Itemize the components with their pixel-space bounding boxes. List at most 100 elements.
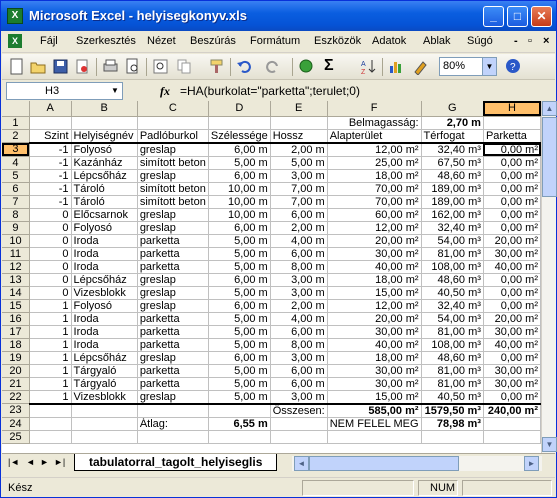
cell-B4[interactable]: Kazánház — [71, 156, 138, 170]
doc-close-button[interactable]: × — [543, 35, 549, 47]
cell-D20[interactable]: 5,00 m — [208, 364, 271, 378]
cell-H4[interactable]: 0,00 m² — [483, 156, 541, 170]
cell-A25[interactable] — [29, 430, 72, 444]
cell-H8[interactable]: 0,00 m² — [483, 208, 541, 222]
worksheet-grid[interactable]: A B C D E F G H 1 Belmagasság: 2,70 m 2 Szint Helyisé… — [2, 101, 541, 453]
cell-D4[interactable]: 5,00 m — [208, 156, 271, 170]
last-sheet-icon[interactable]: ►| — [54, 457, 65, 467]
cell-C6[interactable]: simított beton — [137, 182, 209, 196]
cell-H15[interactable]: 0,00 m² — [483, 299, 541, 313]
cell-B9[interactable]: Folyosó — [71, 221, 138, 235]
cell-A1[interactable] — [29, 116, 72, 130]
next-sheet-icon[interactable]: ► — [40, 457, 49, 467]
chevron-down-icon[interactable]: ▼ — [108, 83, 122, 99]
scroll-up-icon[interactable]: ▲ — [542, 101, 557, 116]
cell-G25[interactable] — [421, 430, 484, 444]
cell-C9[interactable]: greslap — [137, 221, 209, 235]
new-icon[interactable] — [8, 58, 25, 75]
cell-G7[interactable]: 189,00 m³ — [421, 195, 484, 209]
cell-H22[interactable]: 0,00 m² — [483, 390, 541, 405]
horizontal-scrollbar[interactable]: ◄ ► — [292, 456, 542, 471]
cell-D15[interactable]: 6,00 m — [208, 299, 271, 313]
cell-B7[interactable]: Tároló — [71, 195, 138, 209]
cell-B5[interactable]: Lépcsőház — [71, 169, 138, 183]
cell-D10[interactable]: 5,00 m — [208, 234, 271, 248]
chevron-down-icon[interactable]: ▼ — [482, 58, 496, 75]
cell-E5[interactable]: 3,00 m — [270, 169, 328, 183]
cell-H16[interactable]: 20,00 m² — [483, 312, 541, 326]
cell-E22[interactable]: 3,00 m — [270, 390, 328, 405]
cell-D1[interactable] — [208, 116, 271, 130]
column-header[interactable]: B — [71, 101, 138, 117]
name-box[interactable]: H3 ▼ — [6, 82, 123, 100]
cell-G9[interactable]: 32,40 m³ — [421, 221, 484, 235]
cell-B16[interactable]: Iroda — [71, 312, 138, 326]
cell-B3[interactable]: Folyosó — [71, 142, 138, 157]
cell-H11[interactable]: 30,00 m² — [483, 247, 541, 261]
cell-A2[interactable]: Szint — [29, 129, 72, 144]
column-header[interactable]: D — [208, 101, 271, 117]
cell-G3[interactable]: 32,40 m³ — [421, 142, 484, 157]
help-icon[interactable]: ? — [505, 58, 522, 75]
cell-E19[interactable]: 3,00 m — [270, 351, 328, 365]
cell-F23[interactable]: 585,00 m² — [327, 403, 422, 418]
research-icon[interactable] — [152, 58, 169, 75]
menu-item-view[interactable]: Nézet — [147, 35, 176, 47]
cell-G8[interactable]: 162,00 m³ — [421, 208, 484, 222]
cell-G19[interactable]: 48,60 m³ — [421, 351, 484, 365]
cell-H23[interactable]: 240,00 m² — [483, 403, 541, 418]
column-header[interactable]: G — [421, 101, 484, 117]
cell-C11[interactable]: parketta — [137, 247, 209, 261]
menu-item-format[interactable]: Formátum — [250, 35, 300, 47]
cell-E25[interactable] — [270, 430, 328, 444]
cell-E17[interactable]: 6,00 m — [270, 325, 328, 339]
cell-D7[interactable]: 10,00 m — [208, 195, 271, 209]
cell-D6[interactable]: 10,00 m — [208, 182, 271, 196]
menu-item-help[interactable]: Súgó — [467, 35, 493, 47]
cell-A11[interactable]: 0 — [29, 247, 72, 261]
cell-A4[interactable]: -1 — [29, 156, 72, 170]
cell-A24[interactable] — [29, 417, 72, 431]
cell-B15[interactable]: Folyosó — [71, 299, 138, 313]
column-header[interactable]: E — [270, 101, 328, 117]
cell-D16[interactable]: 5,00 m — [208, 312, 271, 326]
cell-E7[interactable]: 7,00 m — [270, 195, 328, 209]
row-header[interactable]: 6 — [2, 182, 30, 196]
cell-C8[interactable]: greslap — [137, 208, 209, 222]
cell-G14[interactable]: 40,50 m³ — [421, 286, 484, 300]
row-header[interactable]: 18 — [2, 338, 30, 352]
cell-H17[interactable]: 30,00 m² — [483, 325, 541, 339]
cell-D5[interactable]: 6,00 m — [208, 169, 271, 183]
formula-input[interactable]: =HA(burkolat="parketta";terulet;0) — [180, 84, 360, 98]
cell-C3[interactable]: greslap — [137, 142, 209, 157]
cell-H21[interactable]: 30,00 m² — [483, 377, 541, 391]
cell-A13[interactable]: 0 — [29, 273, 72, 287]
cell-F13[interactable]: 18,00 m² — [327, 273, 422, 287]
cell-H3[interactable]: 0,00 m² — [483, 142, 541, 157]
cell-D12[interactable]: 5,00 m — [208, 260, 271, 274]
cell-G15[interactable]: 32,40 m³ — [421, 299, 484, 313]
menu-item-edit[interactable]: Szerkesztés — [76, 35, 136, 47]
cell-G11[interactable]: 81,00 m³ — [421, 247, 484, 261]
cell-C7[interactable]: simított beton — [137, 195, 209, 209]
cell-F21[interactable]: 30,00 m² — [327, 377, 422, 391]
cell-B11[interactable]: Iroda — [71, 247, 138, 261]
cell-F11[interactable]: 30,00 m² — [327, 247, 422, 261]
open-icon[interactable] — [30, 58, 47, 75]
menu-item-tools[interactable]: Eszközök — [314, 35, 361, 47]
cell-B25[interactable] — [71, 430, 138, 444]
cell-C1[interactable] — [137, 116, 209, 130]
cell-F12[interactable]: 40,00 m² — [327, 260, 422, 274]
cell-A10[interactable]: 0 — [29, 234, 72, 248]
cell-H6[interactable]: 0,00 m² — [483, 182, 541, 196]
cell-E6[interactable]: 7,00 m — [270, 182, 328, 196]
cell-B8[interactable]: Előcsarnok — [71, 208, 138, 222]
cell-E12[interactable]: 8,00 m — [270, 260, 328, 274]
cell-D21[interactable]: 5,00 m — [208, 377, 271, 391]
cell-D11[interactable]: 5,00 m — [208, 247, 271, 261]
cell-E3[interactable]: 2,00 m — [270, 142, 328, 157]
cell-C23[interactable] — [137, 403, 209, 418]
cell-D13[interactable]: 6,00 m — [208, 273, 271, 287]
cell-H9[interactable]: 0,00 m² — [483, 221, 541, 235]
column-header[interactable]: H — [483, 101, 541, 117]
